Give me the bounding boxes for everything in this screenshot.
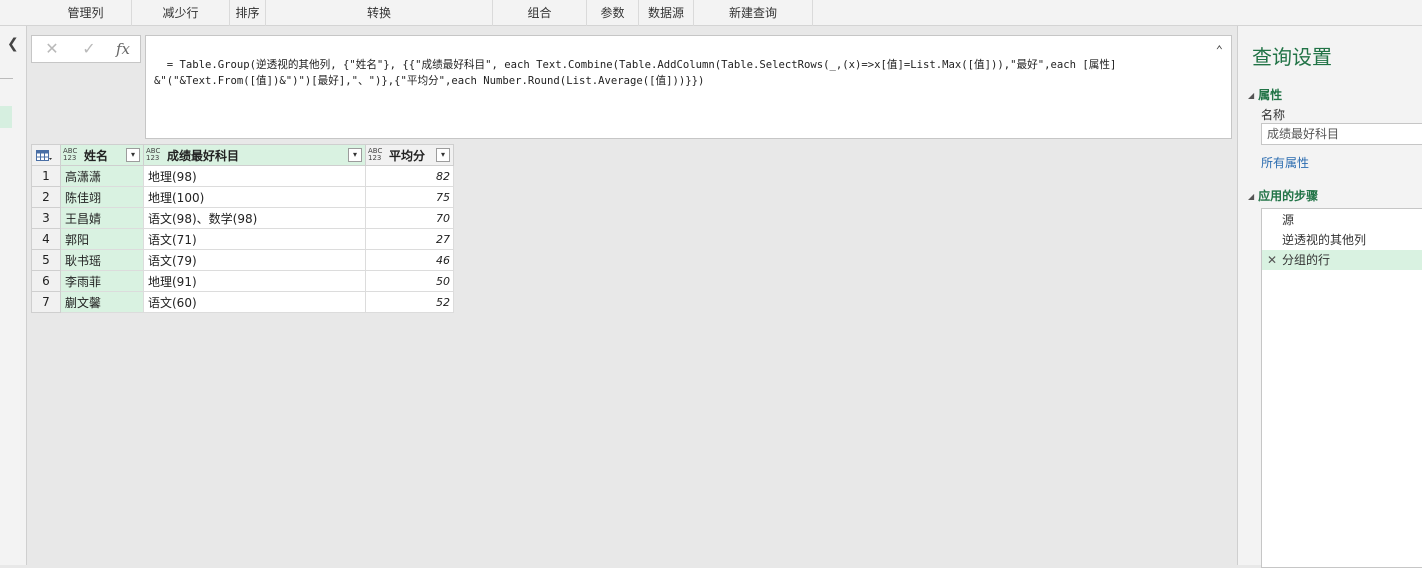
data-grid: ABC 123 姓名 ▾ ABC 123 成绩最好科目 ▾ ABC 123 平均分 ▾… — [31, 144, 454, 313]
ribbon-group-manage-columns[interactable]: 管理列 — [40, 0, 132, 26]
step-unpivoted-other-columns[interactable]: 逆透视的其他列 — [1262, 230, 1422, 250]
cell-name[interactable]: 郭阳 — [60, 228, 144, 250]
ribbon-group-transform[interactable]: 转换 — [266, 0, 493, 26]
fx-icon[interactable]: fx — [108, 38, 138, 60]
any-type-icon[interactable]: ABC 123 — [146, 148, 164, 162]
table-icon — [36, 149, 52, 161]
collapse-triangle-icon[interactable]: ◢ — [1248, 91, 1254, 100]
table-row[interactable]: 7 蒯文馨 语文(60) 52 — [31, 291, 454, 313]
cell-best-subject[interactable]: 语文(60) — [143, 291, 366, 313]
delete-step-icon[interactable]: ✕ — [1267, 250, 1277, 270]
cell-name[interactable]: 陈佳翊 — [60, 186, 144, 208]
ribbon-group-new-query[interactable]: 新建查询 — [694, 0, 813, 26]
column-header-best-subject[interactable]: ABC 123 成绩最好科目 ▾ — [143, 144, 366, 166]
cell-best-subject[interactable]: 语文(71) — [143, 228, 366, 250]
cell-average[interactable]: 70 — [365, 207, 454, 229]
filter-dropdown-icon[interactable]: ▾ — [348, 148, 362, 162]
cell-name[interactable]: 王昌婧 — [60, 207, 144, 229]
any-type-icon[interactable]: ABC 123 — [368, 148, 386, 162]
row-number[interactable]: 5 — [31, 249, 61, 271]
table-row[interactable]: 1 高潇潇 地理(98) 82 — [31, 165, 454, 187]
ribbon-group-data-sources[interactable]: 数据源 — [639, 0, 694, 26]
close-icon[interactable]: ✕ — [37, 38, 67, 60]
applied-steps-list: 源 逆透视的其他列 ✕ 分组的行 — [1261, 208, 1422, 568]
cell-average[interactable]: 82 — [365, 165, 454, 187]
cell-name[interactable]: 李雨菲 — [60, 270, 144, 292]
row-number[interactable]: 4 — [31, 228, 61, 250]
chevron-up-icon[interactable]: ⌃ — [1216, 42, 1223, 58]
cell-average[interactable]: 75 — [365, 186, 454, 208]
ribbon-group-parameters[interactable]: 参数 — [587, 0, 639, 26]
check-icon[interactable]: ✓ — [74, 38, 104, 60]
filter-dropdown-icon[interactable]: ▾ — [436, 148, 450, 162]
name-label: 名称 — [1261, 108, 1286, 122]
cell-average[interactable]: 46 — [365, 249, 454, 271]
queries-pane-collapsed: ❮ — [0, 26, 27, 565]
formula-text: = Table.Group(逆透视的其他列, {"姓名"}, {{"成绩最好科目… — [154, 59, 1117, 87]
table-row[interactable]: 6 李雨菲 地理(91) 50 — [31, 270, 454, 292]
table-menu-button[interactable] — [31, 144, 61, 166]
cell-name[interactable]: 蒯文馨 — [60, 291, 144, 313]
all-properties-link[interactable]: 所有属性 — [1261, 154, 1309, 171]
row-number[interactable]: 2 — [31, 186, 61, 208]
cell-best-subject[interactable]: 语文(79) — [143, 249, 366, 271]
table-row[interactable]: 3 王昌婧 语文(98)、数学(98) 70 — [31, 207, 454, 229]
table-row[interactable]: 5 耿书瑶 语文(79) 46 — [31, 249, 454, 271]
table-row[interactable]: 4 郭阳 语文(71) 27 — [31, 228, 454, 250]
ribbon-group-reduce-rows[interactable]: 减少行 — [132, 0, 230, 26]
column-header-name[interactable]: ABC 123 姓名 ▾ — [60, 144, 144, 166]
ribbon-group-sort[interactable]: 排序 — [230, 0, 266, 26]
chevron-left-icon[interactable]: ❮ — [7, 34, 19, 54]
selected-query-marker[interactable] — [0, 106, 12, 128]
cell-best-subject[interactable]: 地理(100) — [143, 186, 366, 208]
row-number[interactable]: 1 — [31, 165, 61, 187]
cell-average[interactable]: 50 — [365, 270, 454, 292]
divider — [0, 78, 13, 79]
cell-best-subject[interactable]: 语文(98)、数学(98) — [143, 207, 366, 229]
query-name-input[interactable]: 成绩最好科目 — [1261, 123, 1422, 145]
cell-average[interactable]: 27 — [365, 228, 454, 250]
step-grouped-rows[interactable]: ✕ 分组的行 — [1262, 250, 1422, 270]
pane-title: 查询设置 — [1252, 45, 1332, 69]
table-row[interactable]: 2 陈佳翊 地理(100) 75 — [31, 186, 454, 208]
cell-best-subject[interactable]: 地理(91) — [143, 270, 366, 292]
ribbon: 管理列 减少行 排序 转换 组合 参数 数据源 新建查询 — [0, 0, 1422, 26]
properties-section-header[interactable]: ◢ 属性 — [1248, 86, 1282, 103]
query-settings-pane: 查询设置 ◢ 属性 名称 成绩最好科目 所有属性 ◢ 应用的步骤 源 逆透视的其他列… — [1237, 26, 1422, 568]
formula-buttons: ✕ ✓ fx — [31, 35, 141, 63]
column-header-average[interactable]: ABC 123 平均分 ▾ — [365, 144, 454, 166]
cell-name[interactable]: 高潇潇 — [60, 165, 144, 187]
cell-name[interactable]: 耿书瑶 — [60, 249, 144, 271]
any-type-icon[interactable]: ABC 123 — [63, 148, 81, 162]
row-number[interactable]: 6 — [31, 270, 61, 292]
applied-steps-section-header[interactable]: ◢ 应用的步骤 — [1248, 187, 1318, 204]
filter-dropdown-icon[interactable]: ▾ — [126, 148, 140, 162]
collapse-triangle-icon[interactable]: ◢ — [1248, 192, 1254, 201]
row-number[interactable]: 7 — [31, 291, 61, 313]
cell-best-subject[interactable]: 地理(98) — [143, 165, 366, 187]
cell-average[interactable]: 52 — [365, 291, 454, 313]
formula-input[interactable]: = Table.Group(逆透视的其他列, {"姓名"}, {{"成绩最好科目… — [145, 35, 1232, 139]
ribbon-group-combine[interactable]: 组合 — [493, 0, 587, 26]
row-number[interactable]: 3 — [31, 207, 61, 229]
step-source[interactable]: 源 — [1262, 210, 1422, 230]
